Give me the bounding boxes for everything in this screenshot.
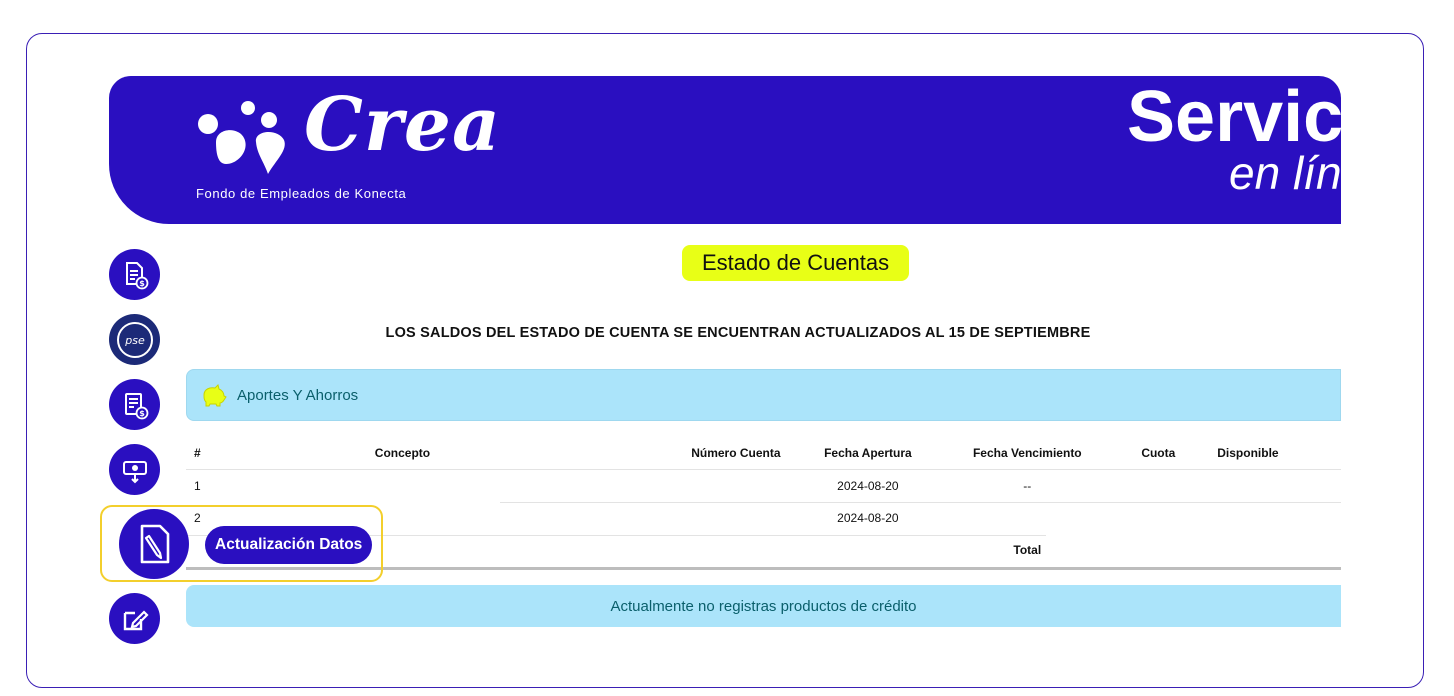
cash-withdraw-icon [122, 460, 147, 483]
svg-text:pse: pse [124, 334, 145, 347]
total-label: Total [1013, 543, 1042, 557]
cell-disponible [1209, 469, 1341, 502]
header-banner: Crea Fondo de Empleados de Konecta Servi… [109, 76, 1341, 224]
col-header-fecha-vencimiento: Fecha Vencimiento [972, 446, 1082, 460]
balance-update-notice: LOS SALDOS DEL ESTADO DE CUENTA SE ENCUE… [385, 325, 1091, 341]
piggy-bank-icon [203, 384, 227, 407]
cell-fecha-apertura: 2024-08-20 [788, 469, 948, 502]
table-row: 1 2024-08-20 -- [186, 469, 1341, 502]
rail-button-document-money[interactable]: $ [109, 249, 160, 300]
logo-tagline: Fondo de Empleados de Konecta [196, 186, 407, 201]
svg-text:$: $ [139, 409, 145, 418]
row-divider [500, 502, 1341, 503]
credit-products-message: Actualmente no registras productos de cr… [186, 585, 1341, 627]
col-header-disponible: Disponible [1217, 446, 1279, 460]
update-data-button[interactable] [119, 509, 189, 579]
cell-index: 1 [186, 469, 222, 502]
service-subtitle: en lín [1229, 147, 1341, 199]
update-data-icon [140, 524, 170, 564]
savings-section-header[interactable]: Aportes Y Ahorros [186, 369, 1341, 421]
crea-logo-text: Crea [304, 82, 501, 168]
col-header-concepto: Concepto [374, 446, 431, 460]
cell-fecha-vencimiento: -- [947, 469, 1108, 502]
col-header-cuota: Cuota [1141, 446, 1176, 460]
col-header-fecha-apertura: Fecha Apertura [824, 446, 912, 460]
rail-button-cash-withdraw[interactable] [109, 444, 160, 495]
cell-concepto [221, 469, 584, 502]
cell-disponible [1209, 502, 1341, 534]
pse-icon: pse [116, 321, 153, 358]
svg-text:$: $ [139, 279, 145, 288]
rail-button-statement[interactable]: $ [109, 379, 160, 430]
crea-logo-icon [198, 101, 285, 174]
statement-money-icon: $ [124, 392, 148, 419]
col-header-numero-cuenta: Número Cuenta [691, 446, 781, 460]
cell-numero-cuenta [584, 502, 789, 534]
cell-cuota [1107, 469, 1210, 502]
savings-section-label: Aportes Y Ahorros [237, 386, 359, 404]
rail-button-edit-form[interactable] [109, 593, 160, 644]
cell-numero-cuenta [583, 469, 789, 502]
edit-form-icon [123, 609, 149, 630]
table-header-row: # Concepto Número Cuenta Fecha Apertura … [186, 437, 1341, 470]
update-data-tooltip: Actualización Datos [205, 526, 373, 564]
cell-fecha-apertura: 2024-08-20 [837, 511, 899, 525]
cell-fecha-vencimiento [947, 502, 1107, 534]
col-header-index: # [194, 446, 201, 460]
page-title: Estado de Cuentas [682, 245, 910, 281]
document-money-icon: $ [125, 261, 148, 289]
rail-button-pse[interactable]: pse [109, 314, 160, 365]
cell-cuota [1107, 502, 1209, 534]
